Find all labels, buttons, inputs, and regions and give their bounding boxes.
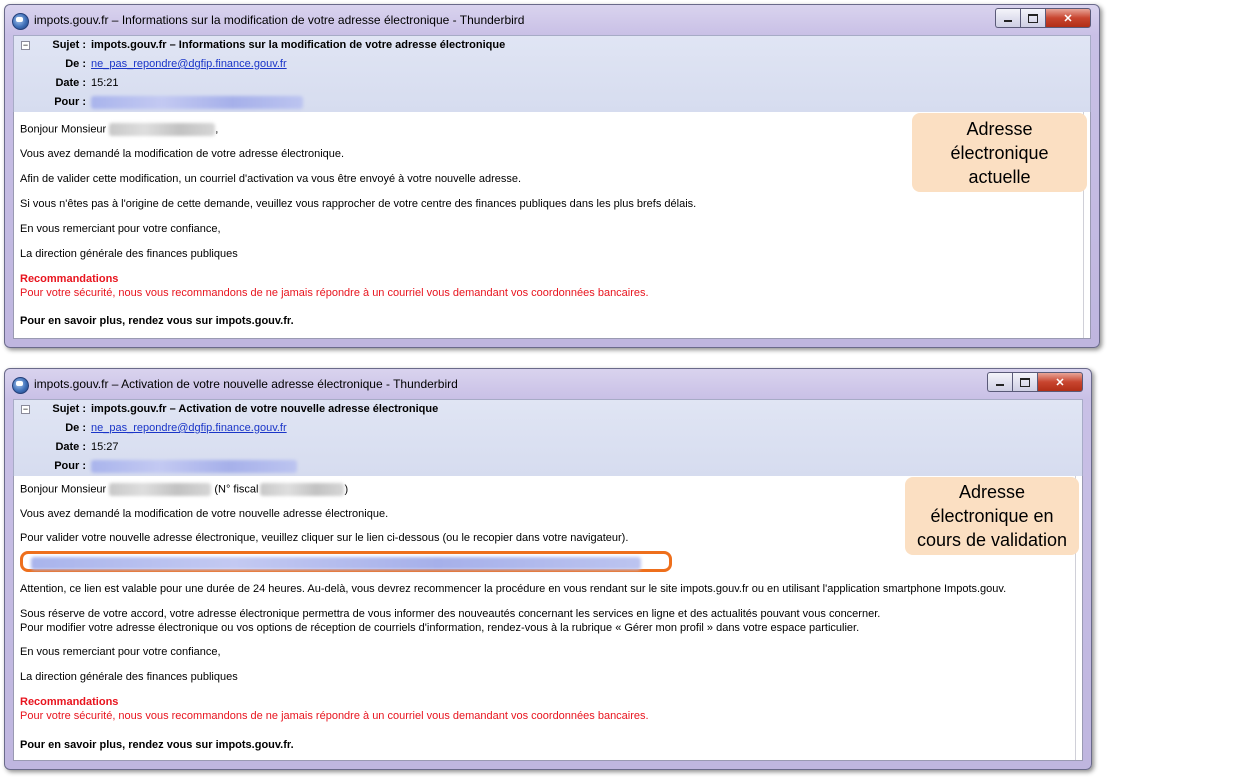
paragraph: En vous remerciant pour votre confiance, <box>20 223 221 235</box>
name-redacted <box>109 123 216 136</box>
recommendations-title: Recommandations <box>20 273 119 285</box>
recommendations-text: Pour votre sécurité, nous vous recommand… <box>20 287 649 299</box>
thunderbird-icon <box>12 377 29 394</box>
greeting-line: Bonjour Monsieur , <box>20 123 218 136</box>
greeting: Bonjour Monsieur <box>20 483 107 496</box>
signature: La direction générale des finances publi… <box>20 671 238 683</box>
date-label: Date : <box>55 77 86 89</box>
footer-text: Pour en savoir plus, rendez vous sur imp… <box>20 739 294 751</box>
to-row: Pour : <box>14 458 297 474</box>
name-redacted <box>109 483 212 496</box>
annotation-pending-address: Adresse électronique en cours de validat… <box>905 477 1079 555</box>
paragraph: Vous avez demandé la modification de vot… <box>20 508 389 520</box>
to-label: Pour : <box>54 460 86 472</box>
paragraph: Attention, ce lien est valable pour une … <box>20 583 1007 595</box>
note-line: électronique <box>950 142 1049 163</box>
recipient-redacted[interactable] <box>91 95 303 109</box>
minimize-button[interactable] <box>987 372 1012 392</box>
paragraph: Si vous n'êtes pas à l'origine de cette … <box>20 198 697 210</box>
fiscal-close: ) <box>344 483 349 496</box>
close-button[interactable]: ✕ <box>1037 372 1083 392</box>
message-header: − Sujet : impots.gouv.fr – Activation de … <box>13 399 1083 477</box>
to-row: Pour : <box>14 94 303 110</box>
note-line: Adresse <box>958 482 1026 502</box>
thunderbird-icon <box>12 13 29 30</box>
subject-label: Sujet : <box>52 39 86 51</box>
window-title: impots.gouv.fr – Informations sur la mod… <box>34 13 525 27</box>
paragraph: Pour valider votre nouvelle adresse élec… <box>20 532 629 544</box>
from-link[interactable]: ne_pas_repondre@dgfip.finance.gouv.fr <box>91 422 287 434</box>
title-bar[interactable]: impots.gouv.fr – Informations sur la mod… <box>5 5 1099 35</box>
greeting-line: Bonjour Monsieur (N° fiscal) <box>20 483 348 496</box>
fiscal-number-redacted <box>260 483 345 496</box>
email-window-2: impots.gouv.fr – Activation de votre nou… <box>4 368 1092 770</box>
maximize-button[interactable] <box>1020 8 1045 28</box>
from-row: De : ne_pas_repondre@dgfip.finance.gouv.f… <box>14 420 287 436</box>
subject-row: Sujet : impots.gouv.fr – Informations sur… <box>14 37 505 53</box>
email-window-1: impots.gouv.fr – Informations sur la mod… <box>4 4 1100 348</box>
subject-value: impots.gouv.fr – Activation de votre nou… <box>91 403 439 415</box>
message-header: − Sujet : impots.gouv.fr – Informations s… <box>13 35 1091 113</box>
from-label: De : <box>65 422 86 434</box>
paragraph: Vous avez demandé la modification de vot… <box>20 148 345 160</box>
note-line: cours de validation <box>916 530 1068 550</box>
close-icon: ✕ <box>1063 12 1073 25</box>
window-controls: ✕ <box>995 8 1091 28</box>
greeting: Bonjour Monsieur <box>20 123 107 136</box>
maximize-icon <box>1028 13 1038 23</box>
note-line: électronique en <box>930 506 1054 526</box>
footer-text: Pour en savoir plus, rendez vous sur imp… <box>20 315 294 327</box>
minimize-icon <box>1004 20 1012 22</box>
from-link[interactable]: ne_pas_repondre@dgfip.finance.gouv.fr <box>91 58 287 70</box>
paragraph: Sous réserve de votre accord, votre adre… <box>20 608 881 620</box>
annotation-current-address: Adresse électronique actuelle <box>912 113 1087 192</box>
subject-label: Sujet : <box>52 403 86 415</box>
recommendations-title: Recommandations <box>20 696 119 708</box>
from-row: De : ne_pas_repondre@dgfip.finance.gouv.f… <box>14 56 287 72</box>
signature: La direction générale des finances publi… <box>20 248 238 260</box>
to-label: Pour : <box>54 96 86 108</box>
minimize-icon <box>996 384 1004 386</box>
date-row: Date : 15:27 <box>14 439 119 455</box>
paragraph: Afin de valider cette modification, un c… <box>20 173 522 185</box>
subject-value: impots.gouv.fr – Informations sur la mod… <box>91 39 506 51</box>
date-value: 15:21 <box>91 77 119 89</box>
close-icon: ✕ <box>1055 376 1065 389</box>
paragraph: Pour modifier votre adresse électronique… <box>20 622 860 634</box>
subject-row: Sujet : impots.gouv.fr – Activation de vo… <box>14 401 438 417</box>
activation-link-highlight <box>20 551 672 572</box>
window-controls: ✕ <box>987 372 1083 392</box>
date-row: Date : 15:21 <box>14 75 119 91</box>
title-bar[interactable]: impots.gouv.fr – Activation de votre nou… <box>5 369 1091 399</box>
from-label: De : <box>65 58 86 70</box>
note-line: actuelle <box>968 166 1031 187</box>
date-value: 15:27 <box>91 441 119 453</box>
fiscal-open: (N° fiscal <box>214 483 259 496</box>
minimize-button[interactable] <box>995 8 1020 28</box>
date-label: Date : <box>55 441 86 453</box>
maximize-button[interactable] <box>1012 372 1037 392</box>
close-button[interactable]: ✕ <box>1045 8 1091 28</box>
paragraph: En vous remerciant pour votre confiance, <box>20 646 221 658</box>
recipient-redacted[interactable] <box>91 459 297 473</box>
maximize-icon <box>1020 377 1030 387</box>
activation-link-redacted[interactable] <box>31 557 641 570</box>
window-title: impots.gouv.fr – Activation de votre nou… <box>34 377 458 391</box>
greeting-comma: , <box>215 123 219 136</box>
recommendations-text: Pour votre sécurité, nous vous recommand… <box>20 710 649 722</box>
note-line: Adresse <box>966 118 1033 139</box>
